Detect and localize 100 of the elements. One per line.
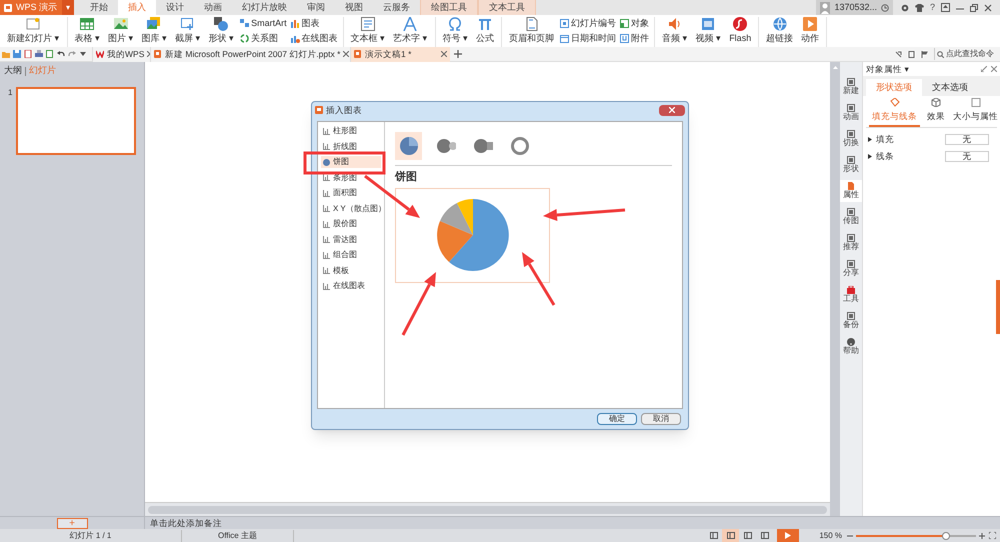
shirt-icon[interactable] — [914, 4, 924, 12]
chart-type-item[interactable]: X Y（散点图） — [321, 202, 381, 214]
side-bar-button[interactable]: 传图 — [840, 206, 862, 228]
zoom-percent[interactable]: 150 % — [819, 530, 842, 542]
side-bar-button[interactable]: 新建 — [840, 76, 862, 98]
horizontal-scrollbar[interactable] — [148, 506, 827, 514]
ribbon-tab[interactable]: 文本工具 — [478, 0, 536, 15]
print-icon[interactable] — [35, 50, 43, 58]
notes-field[interactable]: 单击此处添加备注 — [145, 517, 1000, 529]
side-bar-button[interactable]: 分享 — [840, 258, 862, 280]
chart-type-item[interactable]: 折线图 — [321, 140, 381, 152]
dialog-button[interactable]: 确定 — [597, 413, 637, 425]
chart-type-item[interactable]: 饼图 — [321, 156, 381, 168]
help-button[interactable]: ? — [930, 0, 935, 14]
close-icon[interactable] — [441, 51, 447, 57]
plus-icon[interactable] — [454, 50, 462, 58]
ribbon-button[interactable]: 幻灯片编号 — [560, 18, 616, 29]
close-icon[interactable] — [984, 4, 992, 12]
side-bar-button[interactable]: 切换 — [840, 128, 862, 150]
ribbon-tab[interactable]: 设计 — [156, 0, 194, 15]
ribbon-button[interactable]: 文本框 ▾ — [348, 17, 388, 46]
document-icon[interactable] — [24, 50, 32, 58]
app-menu-caret[interactable]: ▾ — [62, 0, 74, 15]
ribbon-tab[interactable]: 审阅 — [297, 0, 335, 15]
chart-subtype-button[interactable] — [395, 132, 422, 160]
preview-icon[interactable] — [46, 50, 54, 58]
panel-edge-handle[interactable] — [996, 280, 1000, 334]
chart-type-item[interactable]: 雷达图 — [321, 234, 381, 246]
slideshow-button[interactable] — [777, 529, 800, 542]
side-bar-button[interactable]: 推荐 — [840, 232, 862, 254]
ribbon-button[interactable]: 艺术字 ▾ — [391, 17, 430, 46]
ribbon-button[interactable]: SmartArt — [240, 18, 287, 29]
chart-type-item[interactable]: 模板 — [321, 264, 381, 276]
vertical-scrollbar[interactable] — [830, 62, 840, 516]
expand-arrow-icon[interactable] — [868, 154, 872, 158]
ribbon-button[interactable]: 形状 ▾ — [206, 17, 236, 46]
side-bar-button[interactable]: 形状 — [840, 154, 862, 176]
ribbon-button[interactable]: 截屏 ▾ — [173, 17, 203, 46]
panel-title-menu[interactable]: 对象属性 ▾ — [866, 62, 910, 76]
chart-type-item[interactable]: 组合图 — [321, 249, 381, 261]
close-icon[interactable] — [991, 66, 997, 72]
chart-preview[interactable] — [395, 188, 550, 282]
chart-type-item[interactable]: 面积图 — [321, 187, 381, 199]
ribbon-tab[interactable]: 动画 — [194, 0, 232, 15]
zoom-out-icon[interactable] — [847, 532, 853, 538]
upload-icon[interactable] — [941, 3, 950, 12]
dropdown-icon[interactable] — [80, 52, 86, 56]
document-tab[interactable]: 我的WPS — [92, 46, 150, 62]
close-icon[interactable] — [343, 51, 350, 57]
side-bar-button[interactable]: 动画 — [840, 102, 862, 124]
pin-icon[interactable] — [895, 50, 902, 58]
ribbon-button[interactable]: 图库 ▾ — [140, 17, 170, 46]
dialog-button[interactable]: 取消 — [641, 413, 681, 425]
notes-toggle-icon[interactable] — [710, 532, 718, 539]
ribbon-tab[interactable]: 绘图工具 — [420, 0, 478, 15]
collapse-icon[interactable] — [981, 66, 987, 72]
restore-icon[interactable] — [970, 4, 978, 12]
chart-type-item[interactable]: 柱形图 — [321, 125, 381, 137]
redo-icon[interactable] — [68, 50, 76, 58]
side-bar-button[interactable]: 备份 — [840, 310, 862, 332]
sorter-view-icon[interactable] — [744, 532, 752, 539]
zoom-in-icon[interactable] — [979, 532, 985, 538]
ribbon-button[interactable]: 公式 — [474, 17, 496, 46]
document-tab[interactable]: 演示文稿1 * — [350, 46, 450, 62]
ribbon-tab[interactable]: 幻灯片放映 — [232, 0, 297, 15]
document-tab[interactable]: 新建 Microsoft PowerPoint 2007 幻灯片.pptx * — [150, 46, 350, 62]
reading-view-icon[interactable] — [760, 532, 769, 539]
ribbon-button[interactable]: 图片 ▾ — [106, 17, 136, 46]
ribbon-button[interactable]: 视频 ▾ — [694, 17, 724, 46]
account-area[interactable]: 1370532... — [816, 0, 893, 15]
property-dropdown[interactable]: 无 — [945, 134, 989, 144]
side-bar-button[interactable]: 属性 — [840, 180, 862, 202]
ribbon-tab[interactable]: 开始 — [80, 0, 118, 15]
undo-icon[interactable] — [57, 50, 65, 58]
expand-arrow-icon[interactable] — [868, 136, 872, 142]
ribbon-tab[interactable]: 视图 — [335, 0, 373, 15]
gear-icon[interactable] — [900, 4, 909, 12]
close-button[interactable] — [659, 104, 685, 116]
ribbon-button[interactable]: 关系图 — [240, 33, 287, 44]
fit-window-icon[interactable] — [989, 532, 996, 539]
ribbon-button[interactable]: 动作 — [799, 17, 822, 46]
ribbon-button[interactable]: 音频 ▾ — [660, 17, 690, 46]
ribbon-button[interactable]: 表格 ▾ — [72, 17, 102, 46]
panel-subtab[interactable]: 效果 — [924, 98, 948, 127]
panel-subtab[interactable]: 大小与属性 — [950, 98, 1000, 127]
ribbon-button[interactable]: Flash — [727, 17, 754, 46]
command-search-field[interactable]: 点此查找命令 — [934, 48, 1000, 60]
zoom-thumb[interactable] — [942, 532, 950, 540]
ribbon-button[interactable]: 附件 — [620, 33, 650, 44]
ribbon-button[interactable]: 对象 — [620, 18, 650, 29]
side-bar-button[interactable]: 帮助 — [840, 336, 862, 358]
flag-icon[interactable] — [921, 50, 928, 58]
ribbon-button[interactable]: 日期和时间 — [560, 33, 616, 44]
ribbon-button[interactable]: 图表 — [290, 18, 338, 29]
side-bar-button[interactable]: 工具 — [840, 284, 862, 306]
chart-type-item[interactable]: 在线图表 — [321, 280, 381, 292]
ribbon-tab[interactable]: 云服务 — [373, 0, 420, 15]
save-icon[interactable] — [13, 50, 21, 58]
ribbon-button[interactable]: 页眉和页脚 — [507, 17, 556, 46]
ribbon-button[interactable]: 在线图表 — [290, 33, 338, 44]
